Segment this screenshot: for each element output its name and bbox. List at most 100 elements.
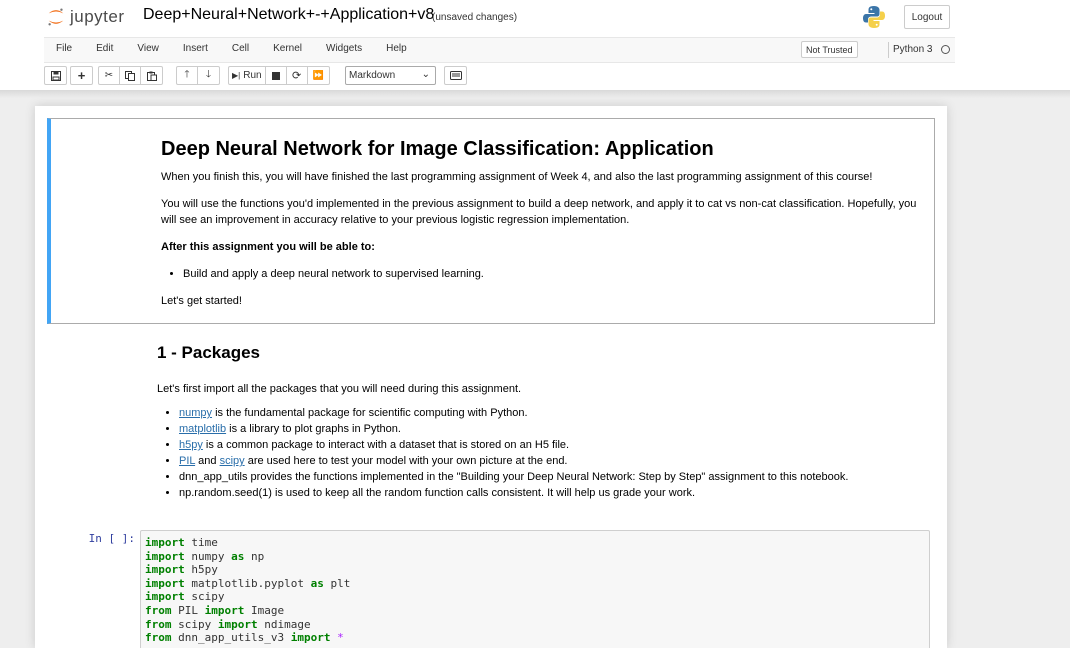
- menu-widgets[interactable]: Widgets: [326, 43, 362, 54]
- arrow-down-icon: 🡓: [205, 69, 212, 80]
- code-keyword: import: [145, 536, 185, 549]
- cut-button[interactable]: ✂: [99, 67, 120, 84]
- code-keyword: import: [217, 617, 258, 631]
- jupyter-logo-icon: [48, 8, 64, 26]
- menu-cell[interactable]: Cell: [232, 43, 249, 54]
- restart-run-all-button[interactable]: ⏩: [308, 67, 329, 84]
- matplotlib-link[interactable]: matplotlib: [179, 423, 226, 435]
- input-prompt: In [ ]:: [88, 532, 135, 545]
- intro-content: Deep Neural Network for Image Classifica…: [161, 137, 931, 320]
- logout-button[interactable]: Logout: [904, 5, 950, 29]
- h5py-link[interactable]: h5py: [179, 439, 203, 451]
- code-text: plt: [323, 576, 351, 590]
- top-row: jupyter Deep+Neural+Network+-+Applicatio…: [44, 0, 955, 36]
- pil-link[interactable]: PIL: [179, 455, 195, 467]
- code-keyword: as: [310, 576, 324, 590]
- move-down-button[interactable]: 🡓: [198, 67, 219, 84]
- list-text: are used here to test your model with yo…: [244, 455, 568, 467]
- markdown-cell-intro[interactable]: Deep Neural Network for Image Classifica…: [47, 118, 935, 324]
- menu-help[interactable]: Help: [386, 43, 407, 54]
- step-forward-icon: ▶|: [232, 71, 241, 80]
- code-keyword: from: [145, 603, 172, 617]
- packages-heading: 1 - Packages: [157, 343, 261, 362]
- code-keyword: import: [204, 603, 245, 617]
- code-text: scipy: [184, 590, 225, 604]
- packages-content: 1 - Packages Let's first import all the …: [157, 342, 927, 501]
- list-item: numpy is the fundamental package for sci…: [179, 405, 927, 421]
- chevron-down-icon: ⌄: [421, 69, 430, 80]
- code-text: matplotlib.pyplot: [184, 576, 311, 590]
- code-text: dnn_app_utils_v3: [171, 631, 291, 645]
- cell-type-value: Markdown: [349, 70, 396, 81]
- keyboard-icon: [449, 71, 462, 80]
- code-line: import scipy: [145, 590, 925, 604]
- header-shadow: [0, 90, 1070, 98]
- kernel-name[interactable]: Python 3: [893, 44, 932, 55]
- code-keyword: as: [231, 549, 245, 563]
- arrow-up-icon: 🡑: [184, 69, 190, 80]
- move-up-button[interactable]: 🡑: [177, 67, 198, 84]
- move-group: 🡑 🡓: [176, 66, 220, 85]
- list-item: Build and apply a deep neural network to…: [183, 266, 931, 282]
- run-group: ▶| Run ⟳ ⏩: [228, 66, 330, 85]
- markdown-cell-packages[interactable]: 1 - Packages Let's first import all the …: [47, 336, 935, 516]
- list-item: dnn_app_utils provides the functions imp…: [179, 469, 927, 485]
- code-line: import numpy as np: [145, 550, 925, 564]
- paste-button[interactable]: [141, 67, 162, 84]
- restart-button[interactable]: ⟳: [287, 67, 308, 84]
- list-item: PIL and scipy are used here to test your…: [179, 453, 927, 469]
- numpy-link[interactable]: numpy: [179, 407, 212, 419]
- menu-view[interactable]: View: [137, 43, 159, 54]
- jupyter-logo[interactable]: jupyter: [46, 6, 125, 28]
- command-palette-button[interactable]: [445, 67, 466, 84]
- interrupt-button[interactable]: [266, 67, 287, 84]
- code-operator: *: [337, 631, 344, 645]
- intro-paragraph-1: When you finish this, you will have fini…: [161, 171, 873, 183]
- fast-forward-icon: ⏩: [312, 70, 324, 80]
- run-button[interactable]: ▶| Run: [229, 67, 266, 84]
- code-text: time: [184, 536, 218, 549]
- code-keyword: import: [145, 576, 185, 590]
- code-editor[interactable]: import time import numpy as np import h5py…: [140, 530, 930, 648]
- list-text: is a common package to interact with a d…: [202, 439, 570, 451]
- python-logo-icon: [863, 6, 885, 28]
- list-text: is a library to plot graphs in Python.: [226, 423, 401, 435]
- code-line: from scipy import ndimage: [145, 618, 925, 632]
- copy-icon: [125, 70, 135, 81]
- stop-icon: [271, 71, 280, 80]
- code-text: h5py: [184, 563, 218, 577]
- menu-file[interactable]: File: [56, 43, 72, 54]
- code-text: PIL: [171, 603, 205, 617]
- cell-type-select[interactable]: Markdown ⌄: [345, 66, 436, 85]
- paste-icon: [146, 71, 157, 81]
- code-line: import time: [145, 536, 925, 550]
- code-line: from PIL import Image: [145, 604, 925, 618]
- intro-paragraph-4: Let's get started!: [161, 295, 242, 307]
- menu-kernel[interactable]: Kernel: [273, 43, 302, 54]
- refresh-icon: ⟳: [291, 70, 302, 82]
- run-label: Run: [243, 70, 262, 81]
- packages-list: numpy is the fundamental package for sci…: [157, 405, 927, 501]
- code-text: ndimage: [257, 617, 311, 631]
- scipy-link[interactable]: scipy: [220, 455, 245, 467]
- copy-button[interactable]: [120, 67, 141, 84]
- palette-group: [444, 66, 467, 85]
- code-keyword: import: [145, 549, 185, 563]
- list-item: matplotlib is a library to plot graphs i…: [179, 421, 927, 437]
- intro-list: Build and apply a deep neural network to…: [161, 266, 931, 282]
- insert-cell-button[interactable]: +: [71, 67, 92, 84]
- logo-text: jupyter: [70, 7, 125, 26]
- scissors-icon: ✂: [104, 70, 114, 81]
- code-line: from dnn_app_utils_v3 import *: [145, 631, 925, 645]
- list-item: np.random.seed(1) is used to keep all th…: [179, 485, 927, 501]
- toolbar: + ✂ 🡑 🡓 ▶| Run ⟳ ⏩ Markdown ⌄: [44, 64, 955, 88]
- menu-insert[interactable]: Insert: [183, 43, 208, 54]
- code-keyword: import: [145, 563, 185, 577]
- menu-edit[interactable]: Edit: [96, 43, 113, 54]
- plus-icon: +: [77, 68, 86, 83]
- save-button[interactable]: [45, 67, 66, 84]
- code-text: np: [244, 549, 265, 563]
- list-text: and: [195, 455, 220, 467]
- notebook-title[interactable]: Deep+Neural+Network+-+Application+v8: [143, 6, 434, 24]
- not-trusted-button[interactable]: Not Trusted: [801, 41, 858, 58]
